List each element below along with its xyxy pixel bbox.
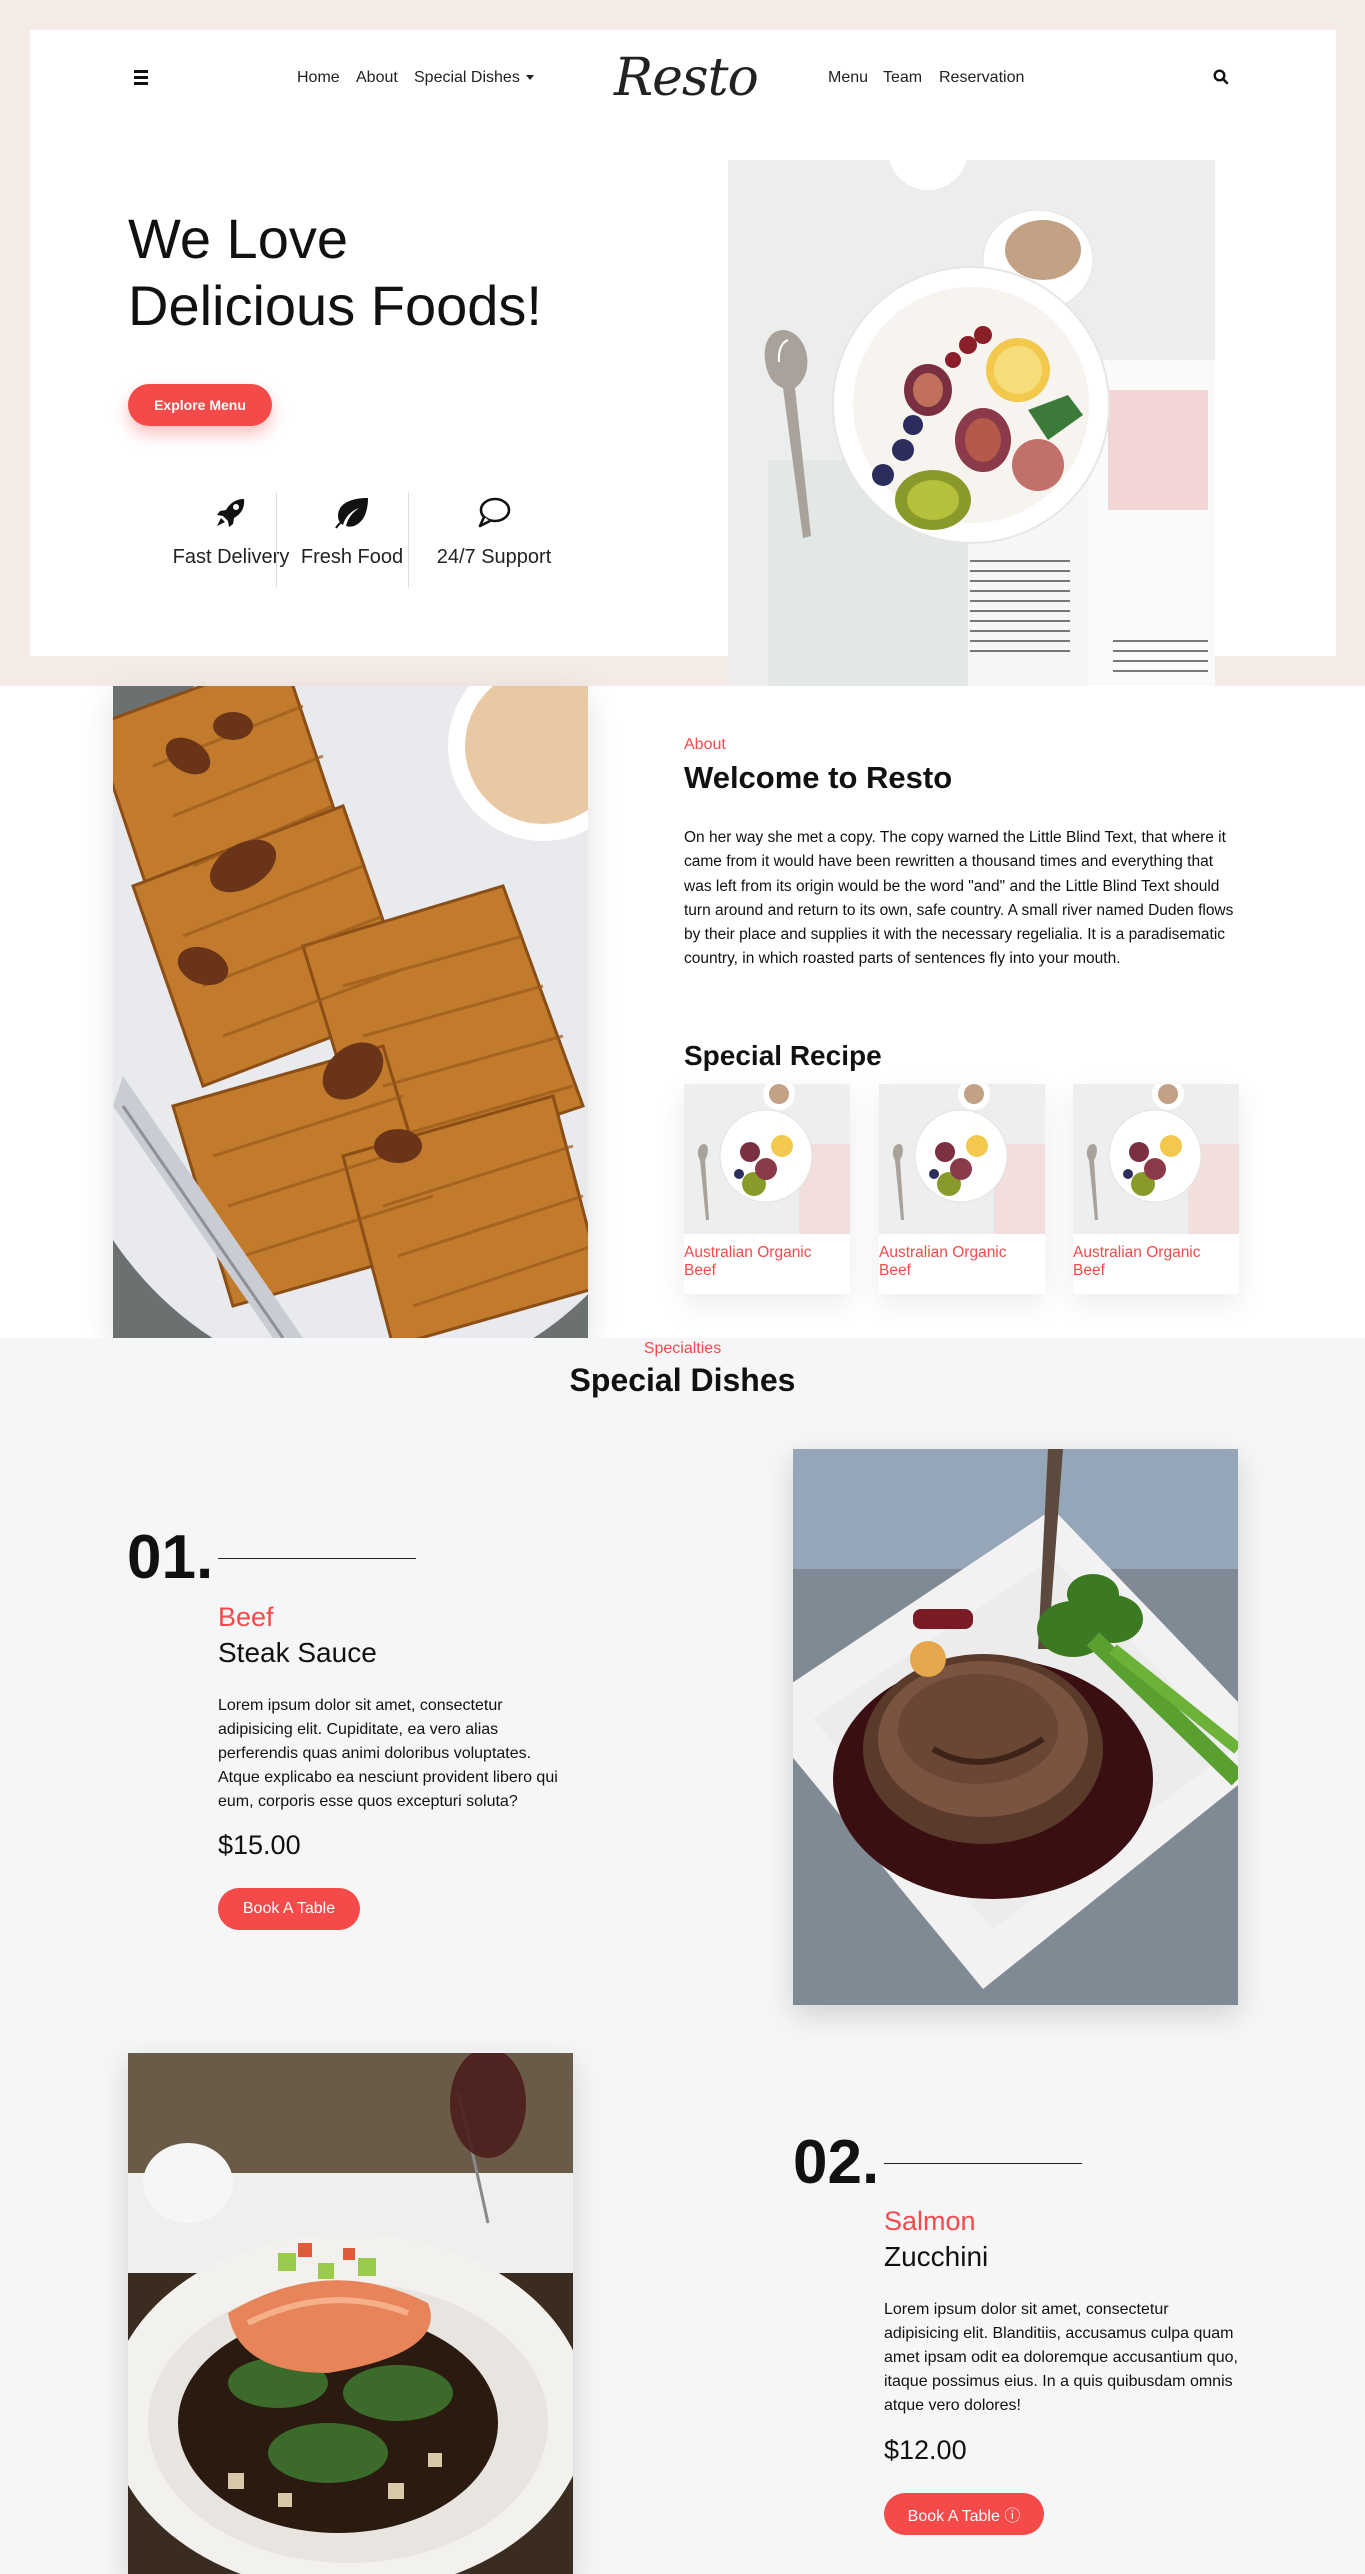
recipe-name[interactable]: Australian Organic Beef [684, 1244, 834, 1280]
nav-link-reservation[interactable]: Reservation [939, 69, 1024, 87]
divider [276, 492, 277, 588]
logo[interactable]: Resto [614, 48, 759, 108]
dish-category: Salmon [884, 2206, 976, 2236]
recipe-card[interactable]: Australian Organic Beef [684, 1084, 850, 1294]
about-section: About Welcome to Resto On her way she me… [0, 686, 1365, 1338]
dish-name: Zucchini [884, 2241, 989, 2272]
feature-support: 24/7 Support [416, 490, 572, 569]
nav-link-team[interactable]: Team [883, 69, 922, 87]
dish-number: 01. [127, 1523, 214, 1592]
hero-section: Home About Special Dishes Resto Menu Tea… [0, 0, 1365, 688]
specialties-subheading: Specialties [643, 1340, 722, 1357]
feature-fresh-food: Fresh Food [292, 490, 412, 569]
chat-bubble-icon [416, 490, 572, 534]
about-paragraph: On her way she met a copy. The copy warn… [684, 829, 1234, 968]
recipe-thumbnail [684, 1084, 850, 1234]
special-recipe-title: Special Recipe [684, 1040, 882, 1071]
feature-label: 24/7 Support [436, 546, 552, 568]
nav-link-special-dishes-label: Special Dishes [414, 69, 520, 86]
dish-name: Steak Sauce [218, 1637, 377, 1668]
about-subheading: About [684, 736, 726, 753]
book-table-button[interactable]: Book A Table [218, 1888, 360, 1930]
navbar: Home About Special Dishes Resto Menu Tea… [30, 30, 1336, 130]
hero-title: We Love Delicious Foods! [128, 205, 648, 339]
recipe-thumbnail [879, 1084, 1045, 1234]
dish-category: Beef [218, 1602, 274, 1632]
waffles-photo [113, 686, 588, 1338]
recipe-card[interactable]: Australian Organic Beef [879, 1084, 1045, 1294]
feature-label: Fresh Food [300, 546, 404, 568]
steak-photo [793, 1449, 1238, 2005]
special-dishes-title: Special Dishes [569, 1362, 796, 1398]
nav-link-home[interactable]: Home [297, 69, 340, 87]
nav-link-special-dishes[interactable]: Special Dishes [414, 69, 534, 87]
dish-number: 02. [793, 2128, 880, 2197]
dish-description: Lorem ipsum dolor sit amet, consectetur … [884, 2301, 1238, 2414]
divider [408, 492, 409, 588]
leaf-icon [292, 490, 412, 534]
hamburger-menu-icon[interactable] [134, 70, 154, 90]
salmon-photo [128, 2053, 573, 2574]
search-icon[interactable] [1212, 68, 1232, 88]
nav-link-menu[interactable]: Menu [828, 69, 868, 87]
recipe-thumbnail [1073, 1084, 1239, 1234]
recipe-name[interactable]: Australian Organic Beef [1073, 1244, 1223, 1280]
divider [884, 2163, 1082, 2164]
nav-link-about[interactable]: About [356, 69, 398, 87]
dish-description: Lorem ipsum dolor sit amet, consectetur … [218, 1697, 558, 1810]
dish-price: $12.00 [884, 2435, 967, 2465]
dish-price: $15.00 [218, 1830, 301, 1860]
divider [218, 1558, 416, 1559]
hero-title-line1: We Love [128, 207, 348, 270]
explore-menu-button[interactable]: Explore Menu [128, 384, 272, 426]
about-title: Welcome to Resto [684, 760, 953, 795]
recipe-card[interactable]: Australian Organic Beef [1073, 1084, 1239, 1294]
chevron-down-icon [525, 75, 534, 81]
recipe-name[interactable]: Australian Organic Beef [879, 1244, 1029, 1280]
hero-card: Home About Special Dishes Resto Menu Tea… [30, 30, 1336, 688]
special-dishes-section: Specialties Special Dishes 01. Beef Stea… [0, 1338, 1365, 2574]
hero-breakfast-photo [728, 160, 1215, 688]
book-table-button[interactable]: Book A Table ⓘ [884, 2493, 1044, 2535]
hero-title-line2: Delicious Foods! [128, 274, 542, 337]
